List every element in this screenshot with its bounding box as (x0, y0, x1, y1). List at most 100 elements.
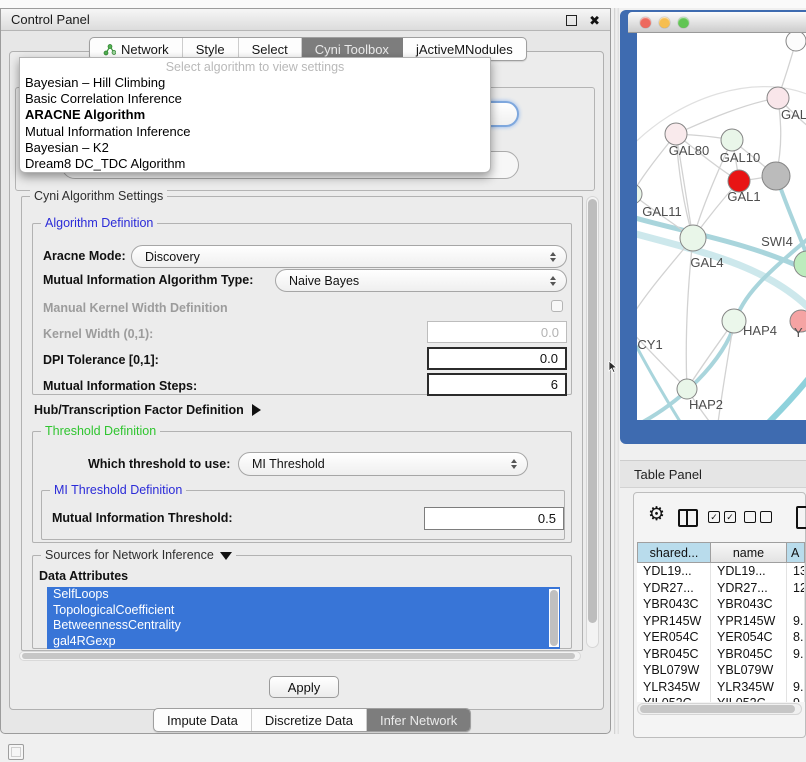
settings-vertical-scrollbar[interactable] (586, 196, 599, 648)
table-cell[interactable] (787, 662, 805, 679)
deselect-all-columns-icon[interactable] (744, 511, 772, 523)
column-header-a[interactable]: A (787, 542, 805, 563)
apply-button[interactable]: Apply (269, 676, 339, 698)
select-all-columns-icon[interactable]: ✓✓ (708, 511, 736, 523)
table-cell[interactable]: YPR145W (637, 613, 711, 630)
table-row[interactable]: YBR045CYBR045C9. (637, 646, 805, 663)
table-cell[interactable]: 9. (787, 679, 805, 696)
close-panel-icon[interactable]: ✖ (589, 14, 600, 27)
attributes-vertical-scrollbar[interactable] (549, 589, 559, 647)
settings-horizontal-scrollbar[interactable] (19, 651, 581, 661)
control-panel-titlebar: Control Panel ✖ (1, 9, 610, 31)
column-header-name[interactable]: name (711, 542, 787, 563)
table-cell[interactable]: 13 (787, 563, 805, 580)
network-node[interactable] (786, 33, 806, 51)
algorithm-option-mutual-information-inference[interactable]: Mutual Information Inference (20, 124, 490, 140)
table-row[interactable]: YLR345WYLR345W9. (637, 679, 805, 696)
table-row[interactable]: YDL19...YDL19...13 (637, 563, 805, 580)
network-node[interactable] (677, 379, 697, 399)
node-label-gal4: GAL4 (690, 255, 723, 270)
attribute-item-topologicalcoefficient[interactable]: TopologicalCoefficient (47, 603, 560, 619)
tab-label: Cyni Toolbox (315, 42, 389, 57)
table-cell[interactable]: YER054C (637, 629, 711, 646)
column-header-shared[interactable]: shared... (637, 542, 711, 563)
algorithm-option-aracne-algorithm[interactable]: ARACNE Algorithm (20, 107, 490, 123)
table-cell[interactable]: YIL052C (637, 695, 711, 702)
network-icon (103, 43, 116, 56)
aracne-mode-select[interactable]: Discovery (131, 245, 567, 268)
table-cell[interactable]: YBR045C (637, 646, 711, 663)
close-window-icon[interactable] (640, 17, 651, 28)
sources-title[interactable]: Sources for Network Inference (41, 548, 236, 562)
which-threshold-select[interactable]: MI Threshold (238, 452, 528, 476)
network-node[interactable] (665, 123, 687, 145)
kernel-width-field[interactable]: 0.0 (427, 321, 567, 343)
network-node[interactable] (767, 87, 789, 109)
tab-impute-data[interactable]: Impute Data (154, 709, 252, 731)
attribute-item-betweennesscentrality[interactable]: BetweennessCentrality (47, 618, 560, 634)
minimize-window-icon[interactable] (659, 17, 670, 28)
columns-icon[interactable] (678, 509, 698, 527)
network-node[interactable] (680, 225, 706, 251)
mi-threshold-field[interactable]: 0.5 (424, 507, 564, 530)
zoom-window-icon[interactable] (678, 17, 689, 28)
table-cell[interactable]: 12 (787, 580, 805, 597)
table-cell[interactable]: YBL079W (637, 662, 711, 679)
node-table: shared...nameA YDL19...YDL19...13YDR27..… (637, 542, 805, 702)
mi-type-select[interactable]: Naive Bayes (275, 269, 567, 292)
table-cell[interactable]: 9. (787, 695, 805, 702)
table-cell[interactable]: 8. (787, 629, 805, 646)
tab-discretize-data[interactable]: Discretize Data (252, 709, 367, 731)
table-cell[interactable]: YDR27... (637, 580, 711, 597)
table-cell[interactable] (787, 596, 805, 613)
table-row[interactable]: YDR27...YDR27...12 (637, 580, 805, 597)
algorithm-option-basic-correlation-inference[interactable]: Basic Correlation Inference (20, 91, 490, 107)
network-node[interactable] (762, 162, 790, 190)
table-panel-titlebar: Table Panel (620, 460, 806, 488)
table-cell[interactable]: YBL079W (711, 662, 787, 679)
table-row[interactable]: YPR145WYPR145W9. (637, 613, 805, 630)
table-cell[interactable]: YDL19... (637, 563, 711, 580)
manual-kernel-checkbox[interactable] (551, 300, 563, 312)
algorithm-option-dream8-dc-tdc-algorithm[interactable]: Dream8 DC_TDC Algorithm (20, 156, 490, 172)
table-cell[interactable]: YIL052C (711, 695, 787, 702)
mi-threshold-title: MI Threshold Definition (50, 483, 186, 497)
table-cell[interactable]: YER054C (711, 629, 787, 646)
table-cell[interactable]: YPR145W (711, 613, 787, 630)
network-window-titlebar[interactable] (628, 12, 806, 33)
network-node[interactable] (721, 129, 743, 151)
table-row[interactable]: YBL079WYBL079W (637, 662, 805, 679)
attribute-item-gal4rgexp[interactable]: gal4RGexp (47, 634, 560, 650)
dock-panel-icon[interactable] (8, 744, 24, 760)
table-body: YDL19...YDL19...13YDR27...YDR27...12YBR0… (637, 563, 805, 702)
unchecked-checkbox-icon (760, 511, 772, 523)
table-cell[interactable]: YBR043C (637, 596, 711, 613)
mi-threshold-box: MI Threshold Definition Mutual Informati… (41, 490, 565, 540)
table-cell[interactable]: YDL19... (711, 563, 787, 580)
table-cell[interactable]: YBR043C (711, 596, 787, 613)
attribute-item-selfloops[interactable]: SelfLoops (47, 587, 560, 603)
network-canvas[interactable]: GALGAL80GAL10GAL1GAL11SWI4GAL4GCY1HAP4YH… (637, 33, 806, 420)
table-row[interactable]: YIL052CYIL052C9. (637, 695, 805, 702)
table-cell[interactable]: YBR045C (711, 646, 787, 663)
table-cell[interactable]: YLR345W (637, 679, 711, 696)
table-horizontal-scrollbar[interactable] (637, 703, 802, 715)
table-cell[interactable]: YDR27... (711, 580, 787, 597)
network-node[interactable] (794, 251, 806, 277)
algorithm-option-bayesian-hill-climbing[interactable]: Bayesian – Hill Climbing (20, 75, 490, 91)
algorithm-option-bayesian-k2[interactable]: Bayesian – K2 (20, 140, 490, 156)
export-table-icon[interactable] (796, 506, 806, 529)
table-row[interactable]: YBR043CYBR043C (637, 596, 805, 613)
gear-icon[interactable]: ⚙ (648, 505, 665, 524)
hub-definition-disclosure[interactable]: Hub/Transcription Factor Definition (34, 401, 261, 419)
tab-infer-network[interactable]: Infer Network (367, 709, 470, 731)
float-panel-icon[interactable] (566, 15, 577, 26)
table-cell[interactable]: 9. (787, 646, 805, 663)
mi-threshold-value: 0.5 (538, 511, 556, 526)
dpi-tolerance-field[interactable]: 0.0 (427, 347, 567, 370)
table-toolbar: ⚙ ✓✓ (634, 501, 805, 537)
table-cell[interactable]: YLR345W (711, 679, 787, 696)
table-row[interactable]: YER054CYER054C8. (637, 629, 805, 646)
mi-steps-field[interactable]: 6 (427, 373, 567, 396)
table-cell[interactable]: 9. (787, 613, 805, 630)
